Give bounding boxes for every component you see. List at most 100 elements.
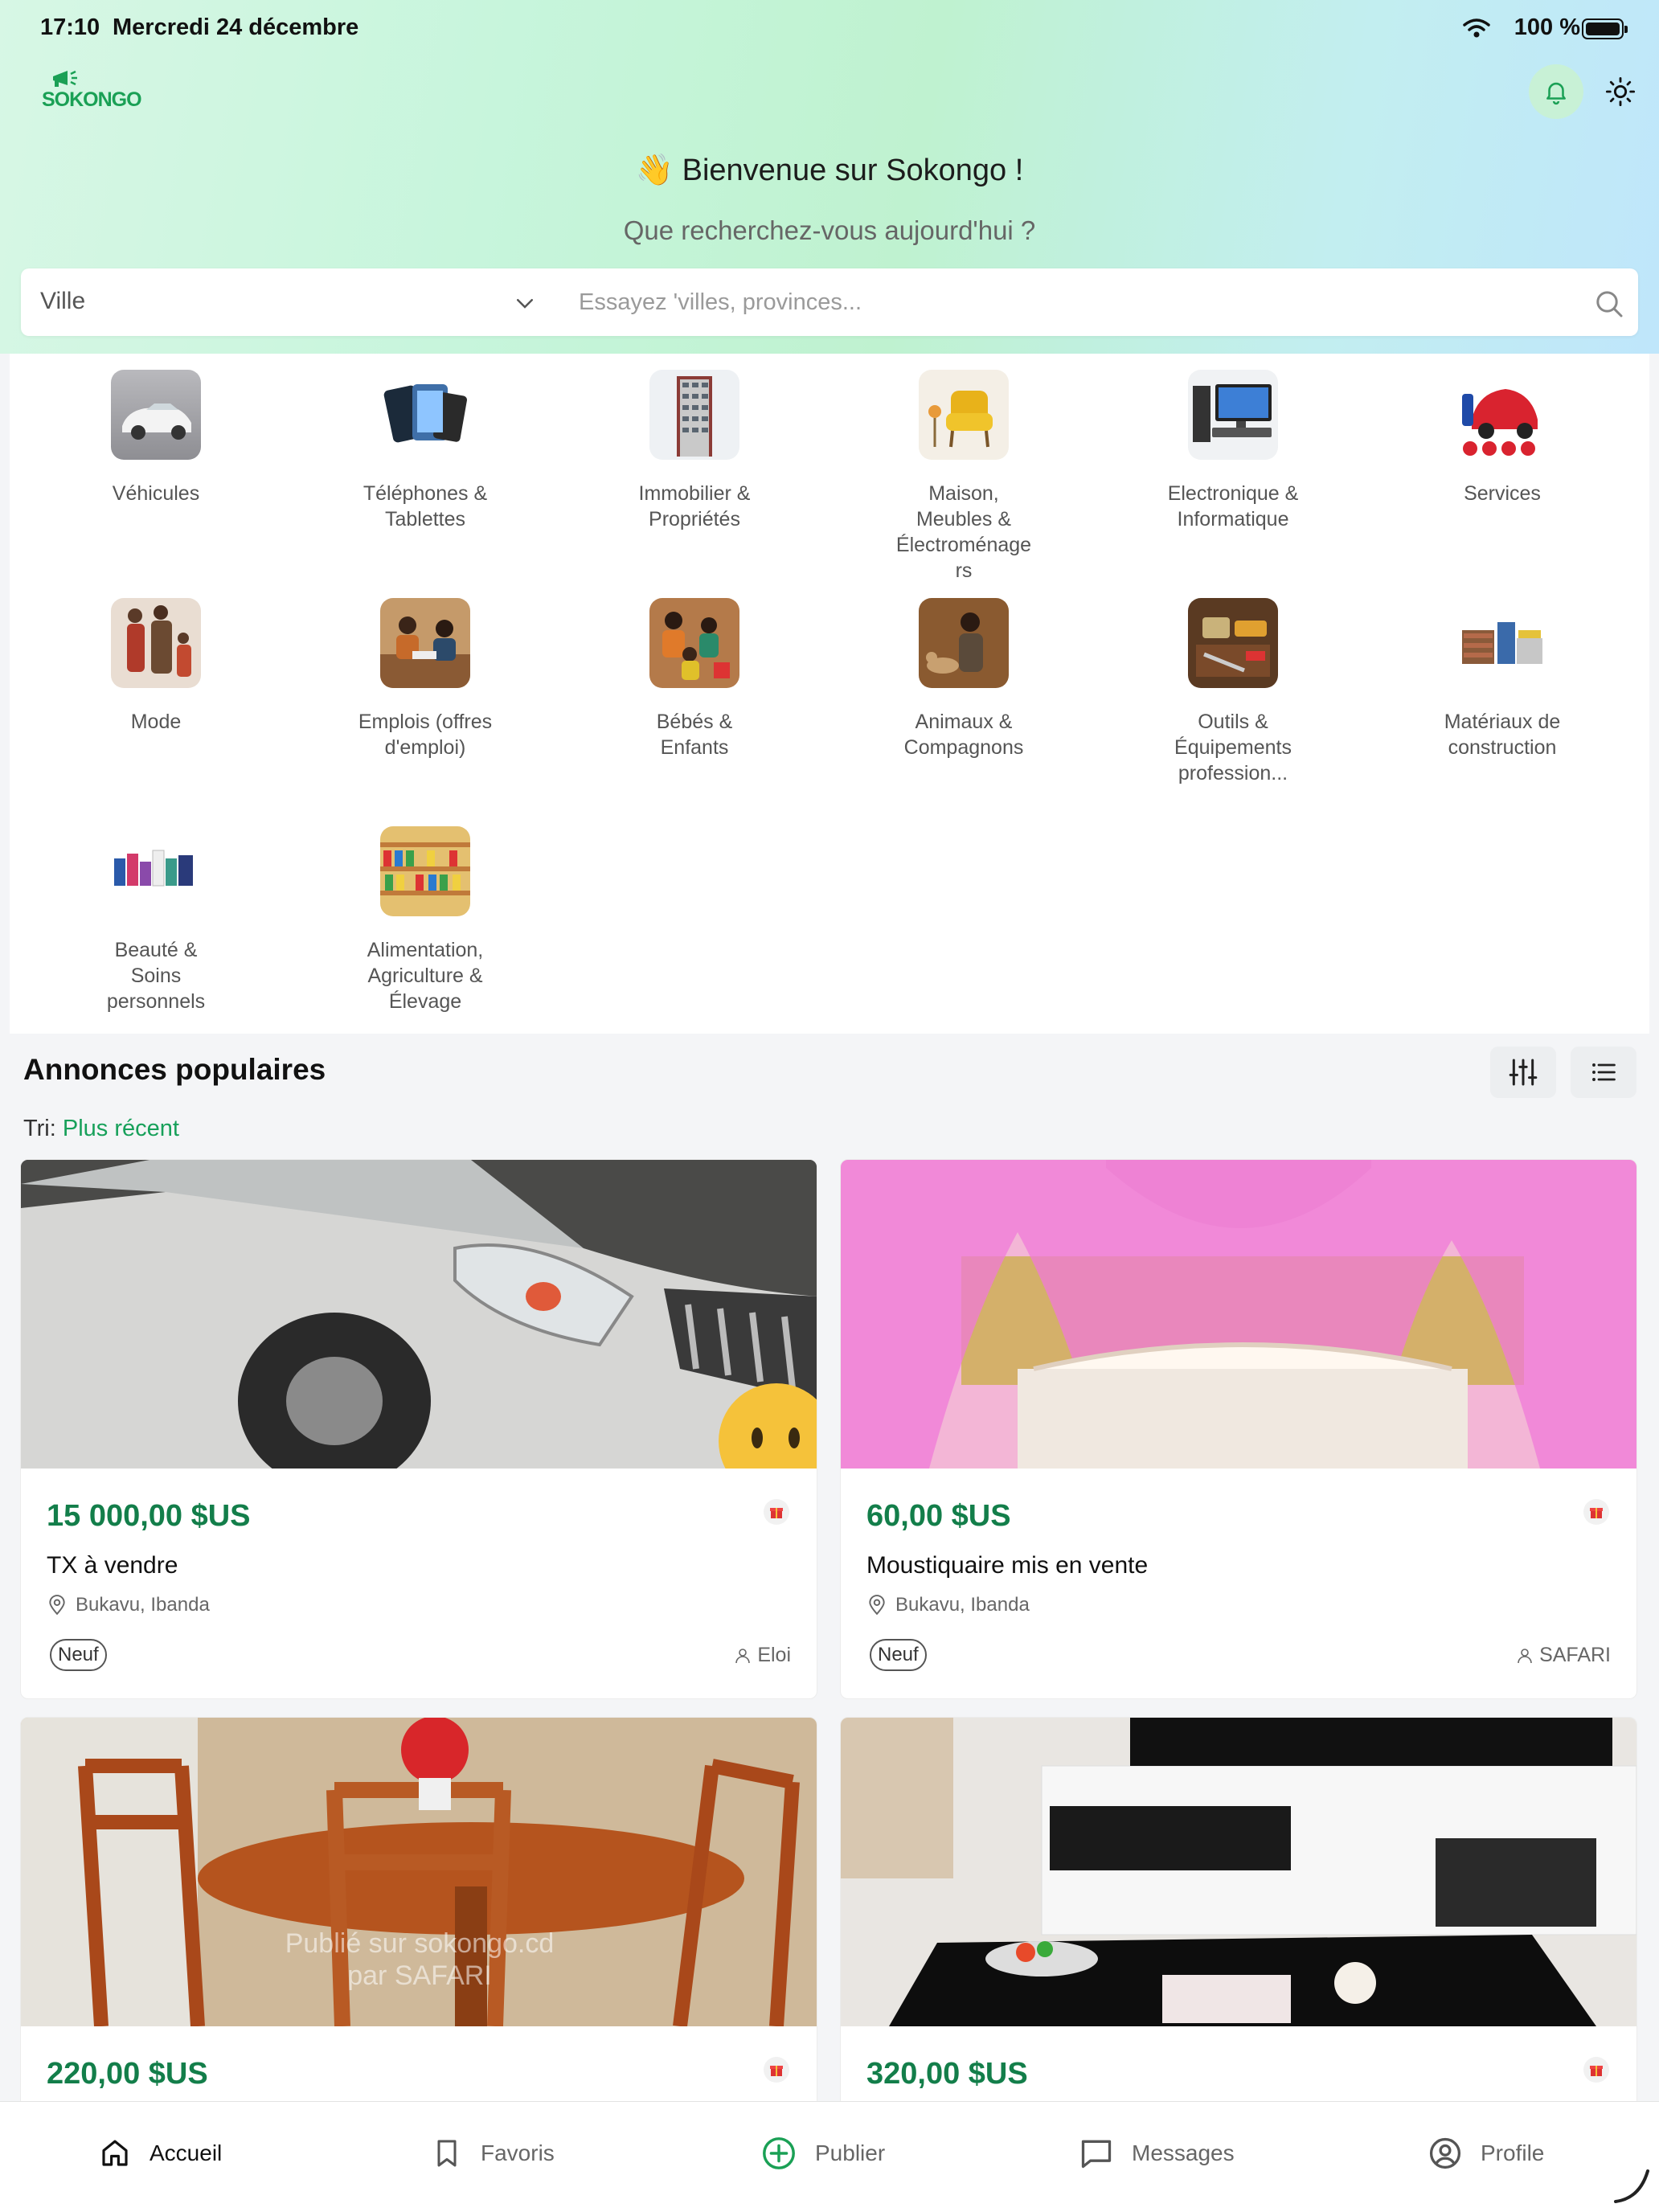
- seller-name: Eloi: [733, 1644, 791, 1667]
- battery-percent: 100 %: [1514, 14, 1580, 40]
- white-suv-photo: [21, 1160, 817, 1469]
- bottom-tab-bar: Accueil Favoris Publier Messages Profile: [0, 2101, 1659, 2212]
- category-immobilier[interactable]: Immobilier & Propriétés: [610, 370, 779, 532]
- category-beaute[interactable]: Beauté & Soins personnels: [72, 826, 240, 1014]
- welcome-subtitle: Que recherchez-vous aujourd'hui ?: [623, 215, 1036, 245]
- sort-label: Tri:: [23, 1116, 56, 1141]
- wooden-table-chairs-photo: Publié sur sokongo.cd par SAFARI: [21, 1718, 817, 2026]
- building-image: [649, 370, 739, 460]
- category-electronique[interactable]: Electronique & Informatique: [1149, 370, 1317, 532]
- category-bebes[interactable]: Bébés & Enfants: [610, 598, 779, 760]
- search-icon[interactable]: [1593, 288, 1625, 320]
- category-alimentation[interactable]: Alimentation, Agriculture & Élevage: [341, 826, 510, 1014]
- gift-icon: [1583, 2057, 1609, 2083]
- tab-profile[interactable]: Profile: [1428, 2131, 1544, 2176]
- listing-card[interactable]: 60,00 $US Moustiquaire mis en vente Buka…: [840, 1159, 1637, 1699]
- category-animaux[interactable]: Animaux & Compagnons: [879, 598, 1048, 760]
- logo-text: SOKONGO: [42, 88, 142, 111]
- location-text: Bukavu, Ibanda: [76, 1594, 210, 1616]
- category-label: Beauté & Soins personnels: [106, 939, 206, 1013]
- category-label: Bébés & Enfants: [656, 711, 733, 759]
- tab-accueil[interactable]: Accueil: [98, 2131, 222, 2176]
- user-icon: [1518, 1648, 1532, 1663]
- food-image: [380, 826, 470, 916]
- filter-button[interactable]: [1490, 1047, 1556, 1098]
- location-text: Bukavu, Ibanda: [895, 1594, 1030, 1616]
- category-label: Electronique & Informatique: [1167, 482, 1299, 530]
- resize-handle-icon[interactable]: [1611, 2165, 1653, 2206]
- listing-location: Bukavu, Ibanda: [47, 1594, 210, 1616]
- tab-messages[interactable]: Messages: [1079, 2131, 1235, 2176]
- condition-badge: Neuf: [870, 1639, 927, 1671]
- sliders-icon: [1509, 1059, 1538, 1086]
- chevron-down-icon[interactable]: [513, 291, 537, 315]
- listing-card[interactable]: 15 000,00 $US TX à vendre Bukavu, Ibanda…: [20, 1159, 817, 1699]
- listing-card[interactable]: Publié sur sokongo.cd par SAFARI 220,00 $…: [20, 1717, 817, 2135]
- popular-listings-title: Annonces populaires: [23, 1053, 326, 1086]
- beauty-image: [111, 826, 201, 916]
- city-select[interactable]: Ville: [40, 288, 85, 315]
- armchair-image: [919, 370, 1009, 460]
- category-vehicules[interactable]: Véhicules: [72, 370, 240, 506]
- theme-toggle-button[interactable]: [1600, 71, 1641, 113]
- status-time: 17:10: [40, 14, 100, 40]
- notifications-button[interactable]: [1529, 64, 1583, 119]
- home-icon: [102, 2140, 128, 2166]
- list-icon: [1592, 1063, 1616, 1081]
- location-pin-icon: [49, 1595, 65, 1616]
- kids-image: [649, 598, 739, 688]
- category-outils[interactable]: Outils & Équipements profession...: [1149, 598, 1317, 786]
- sort-value[interactable]: Plus récent: [63, 1116, 179, 1141]
- pink-mosquito-net-photo: [841, 1160, 1636, 1469]
- list-view-button[interactable]: [1571, 1047, 1636, 1098]
- materials-image: [1457, 598, 1547, 688]
- wifi-icon: [1463, 18, 1490, 38]
- category-label: Animaux & Compagnons: [903, 711, 1024, 759]
- seller-text: Eloi: [757, 1644, 791, 1666]
- listing-card[interactable]: 320,00 $US: [840, 1717, 1637, 2135]
- tab-label: Accueil: [150, 2140, 223, 2165]
- plus-circle-icon: [763, 2137, 795, 2169]
- condition-badge: Neuf: [50, 1639, 107, 1671]
- car-image: [111, 370, 201, 460]
- category-telephones[interactable]: Téléphones & Tablettes: [341, 370, 510, 532]
- category-label: Alimentation, Agriculture & Élevage: [367, 939, 484, 1013]
- category-label: Immobilier & Propriétés: [638, 482, 751, 530]
- category-maison[interactable]: Maison, Meubles & Électroménagers: [879, 370, 1048, 584]
- category-label: Téléphones & Tablettes: [363, 482, 488, 530]
- phones-image: [380, 370, 470, 460]
- welcome-title: 👋 Bienvenue sur Sokongo !: [635, 154, 1024, 187]
- bookmark-icon: [437, 2140, 457, 2167]
- category-materiaux[interactable]: Matériaux de construction: [1418, 598, 1587, 760]
- tab-favoris[interactable]: Favoris: [431, 2131, 555, 2176]
- fashion-image: [111, 598, 201, 688]
- search-bar: Ville: [21, 268, 1638, 336]
- category-services[interactable]: Services: [1418, 370, 1587, 506]
- sokongo-logo[interactable]: SOKONGO: [42, 69, 154, 114]
- user-circle-icon: [1429, 2137, 1461, 2169]
- status-date: Mercredi 24 décembre: [113, 14, 359, 40]
- animals-image: [919, 598, 1009, 688]
- category-mode[interactable]: Mode: [72, 598, 240, 735]
- seller-name: SAFARI: [1515, 1644, 1611, 1667]
- location-pin-icon: [869, 1595, 885, 1616]
- category-label: Véhicules: [112, 482, 200, 505]
- search-input[interactable]: [579, 278, 1583, 326]
- listing-price: 60,00 $US: [866, 1499, 1011, 1533]
- listing-price: 220,00 $US: [47, 2057, 208, 2091]
- user-icon: [735, 1648, 751, 1663]
- category-label: Services: [1464, 482, 1541, 505]
- category-label: Matériaux de construction: [1444, 711, 1561, 759]
- header: 17:10 Mercredi 24 décembre 100 % SOKONGO…: [0, 0, 1659, 354]
- svg-text:par SAFARI: par SAFARI: [347, 1960, 492, 1991]
- tab-label: Profile: [1481, 2140, 1545, 2165]
- tools-image: [1188, 598, 1278, 688]
- categories-panel: Véhicules Téléphones & Tablettes Immobil…: [10, 354, 1649, 1034]
- services-image: [1457, 370, 1547, 460]
- tab-publier[interactable]: Publier: [760, 2131, 885, 2176]
- tv-stand-coffee-table-photo: [841, 1718, 1636, 2026]
- category-label: Emplois (offres d'emploi): [358, 711, 493, 759]
- computer-image: [1188, 370, 1278, 460]
- category-emplois[interactable]: Emplois (offres d'emploi): [341, 598, 510, 760]
- megaphone-icon: [53, 70, 77, 87]
